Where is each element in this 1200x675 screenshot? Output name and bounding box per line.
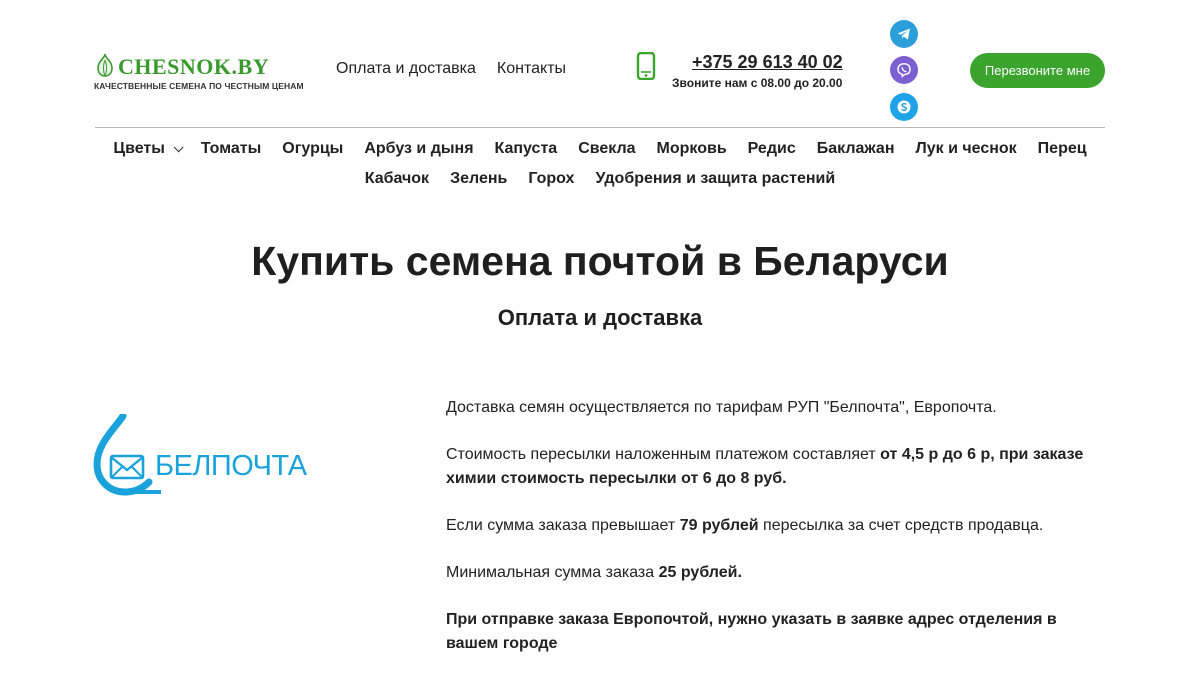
garlic-icon <box>97 53 113 77</box>
viber-icon[interactable] <box>890 56 918 84</box>
nav-item-pepper[interactable]: Перец <box>1038 134 1087 164</box>
nav-item-cabbage[interactable]: Капуста <box>495 134 558 164</box>
nav-item-melons[interactable]: Арбуз и дыня <box>364 134 473 164</box>
nav-row-2: Кабачок Зелень Горох Удобрения и защита … <box>95 164 1105 194</box>
nav-item-onion-garlic[interactable]: Лук и чеснок <box>915 134 1016 164</box>
chevron-down-icon <box>173 141 184 152</box>
site-header: CHESNOK.BY КАЧЕСТВЕННЫЕ СЕМЕНА ПО ЧЕСТНЫ… <box>0 0 1200 128</box>
phone-number-link[interactable]: +375 29 613 40 02 <box>692 52 843 73</box>
site-logo[interactable]: CHESNOK.BY КАЧЕСТВЕННЫЕ СЕМЕНА ПО ЧЕСТНЫ… <box>94 50 304 94</box>
logo-title: CHESNOK.BY <box>118 54 270 79</box>
link-contacts[interactable]: Контакты <box>497 60 566 78</box>
bold-text: При отправке заказа Европочтой, нужно ук… <box>446 611 1057 652</box>
delivery-paragraph-2: Стоимость пересылки наложенным платежом … <box>446 443 1086 491</box>
text: Стоимость пересылки наложенным платежом … <box>446 446 881 463</box>
page-subtitle: Оплата и доставка <box>497 305 703 330</box>
delivery-paragraph-1: Доставка семян осуществляется по тарифам… <box>446 399 997 416</box>
bold-text: 79 рублей <box>679 517 759 534</box>
skype-icon[interactable] <box>890 93 918 121</box>
delivery-paragraph-5: При отправке заказа Европочтой, нужно ук… <box>446 608 1086 656</box>
bold-text: 25 рублей. <box>658 564 742 581</box>
category-nav: Цветы Томаты Огурцы Арбуз и дыня Капуста… <box>95 134 1105 194</box>
nav-item-beet[interactable]: Свекла <box>578 134 635 164</box>
telegram-icon[interactable] <box>890 20 918 48</box>
callback-button[interactable]: Перезвоните мне <box>970 53 1105 88</box>
text: Минимальная сумма заказа <box>446 564 659 581</box>
header-divider <box>95 127 1105 128</box>
nav-item-flowers[interactable]: Цветы <box>113 134 184 164</box>
link-payment-delivery[interactable]: Оплата и доставка <box>336 60 476 78</box>
text: пересылка за счет средств продавца. <box>758 517 1044 534</box>
logo-subtitle: КАЧЕСТВЕННЫЕ СЕМЕНА ПО ЧЕСТНЫМ ЦЕНАМ <box>94 81 304 91</box>
nav-item-fertilizers[interactable]: Удобрения и защита растений <box>595 164 835 194</box>
delivery-paragraph-3: Если сумма заказа превышает 79 рублей пе… <box>446 514 1086 538</box>
nav-item-carrot[interactable]: Морковь <box>657 134 727 164</box>
nav-item-greens[interactable]: Зелень <box>450 164 507 194</box>
page-title: Купить семена почтой в Беларуси <box>251 238 949 284</box>
nav-item-tomatoes[interactable]: Томаты <box>201 134 261 164</box>
mobile-phone-icon <box>636 52 656 80</box>
text: Если сумма заказа превышает <box>446 517 680 534</box>
delivery-info: Доставка семян осуществляется по тарифам… <box>446 396 1086 675</box>
nav-item-zucchini[interactable]: Кабачок <box>365 164 429 194</box>
nav-item-label: Цветы <box>113 140 165 157</box>
nav-item-radish[interactable]: Редис <box>748 134 796 164</box>
delivery-paragraph-4: Минимальная сумма заказа 25 рублей. <box>446 561 1086 585</box>
belpochta-drop-icon <box>93 414 161 496</box>
nav-row-1: Цветы Томаты Огурцы Арбуз и дыня Капуста… <box>95 134 1105 164</box>
nav-item-eggplant[interactable]: Баклажан <box>817 134 895 164</box>
nav-item-cucumbers[interactable]: Огурцы <box>282 134 343 164</box>
belpochta-logo-text: БЕЛПОЧТА <box>155 450 307 482</box>
nav-item-peas[interactable]: Горох <box>528 164 574 194</box>
belpochta-logo: БЕЛПОЧТА <box>93 414 323 498</box>
top-links: Оплата и доставка Контакты <box>336 60 566 78</box>
phone-hours: Звоните нам с 08.00 до 20.00 <box>672 76 843 90</box>
